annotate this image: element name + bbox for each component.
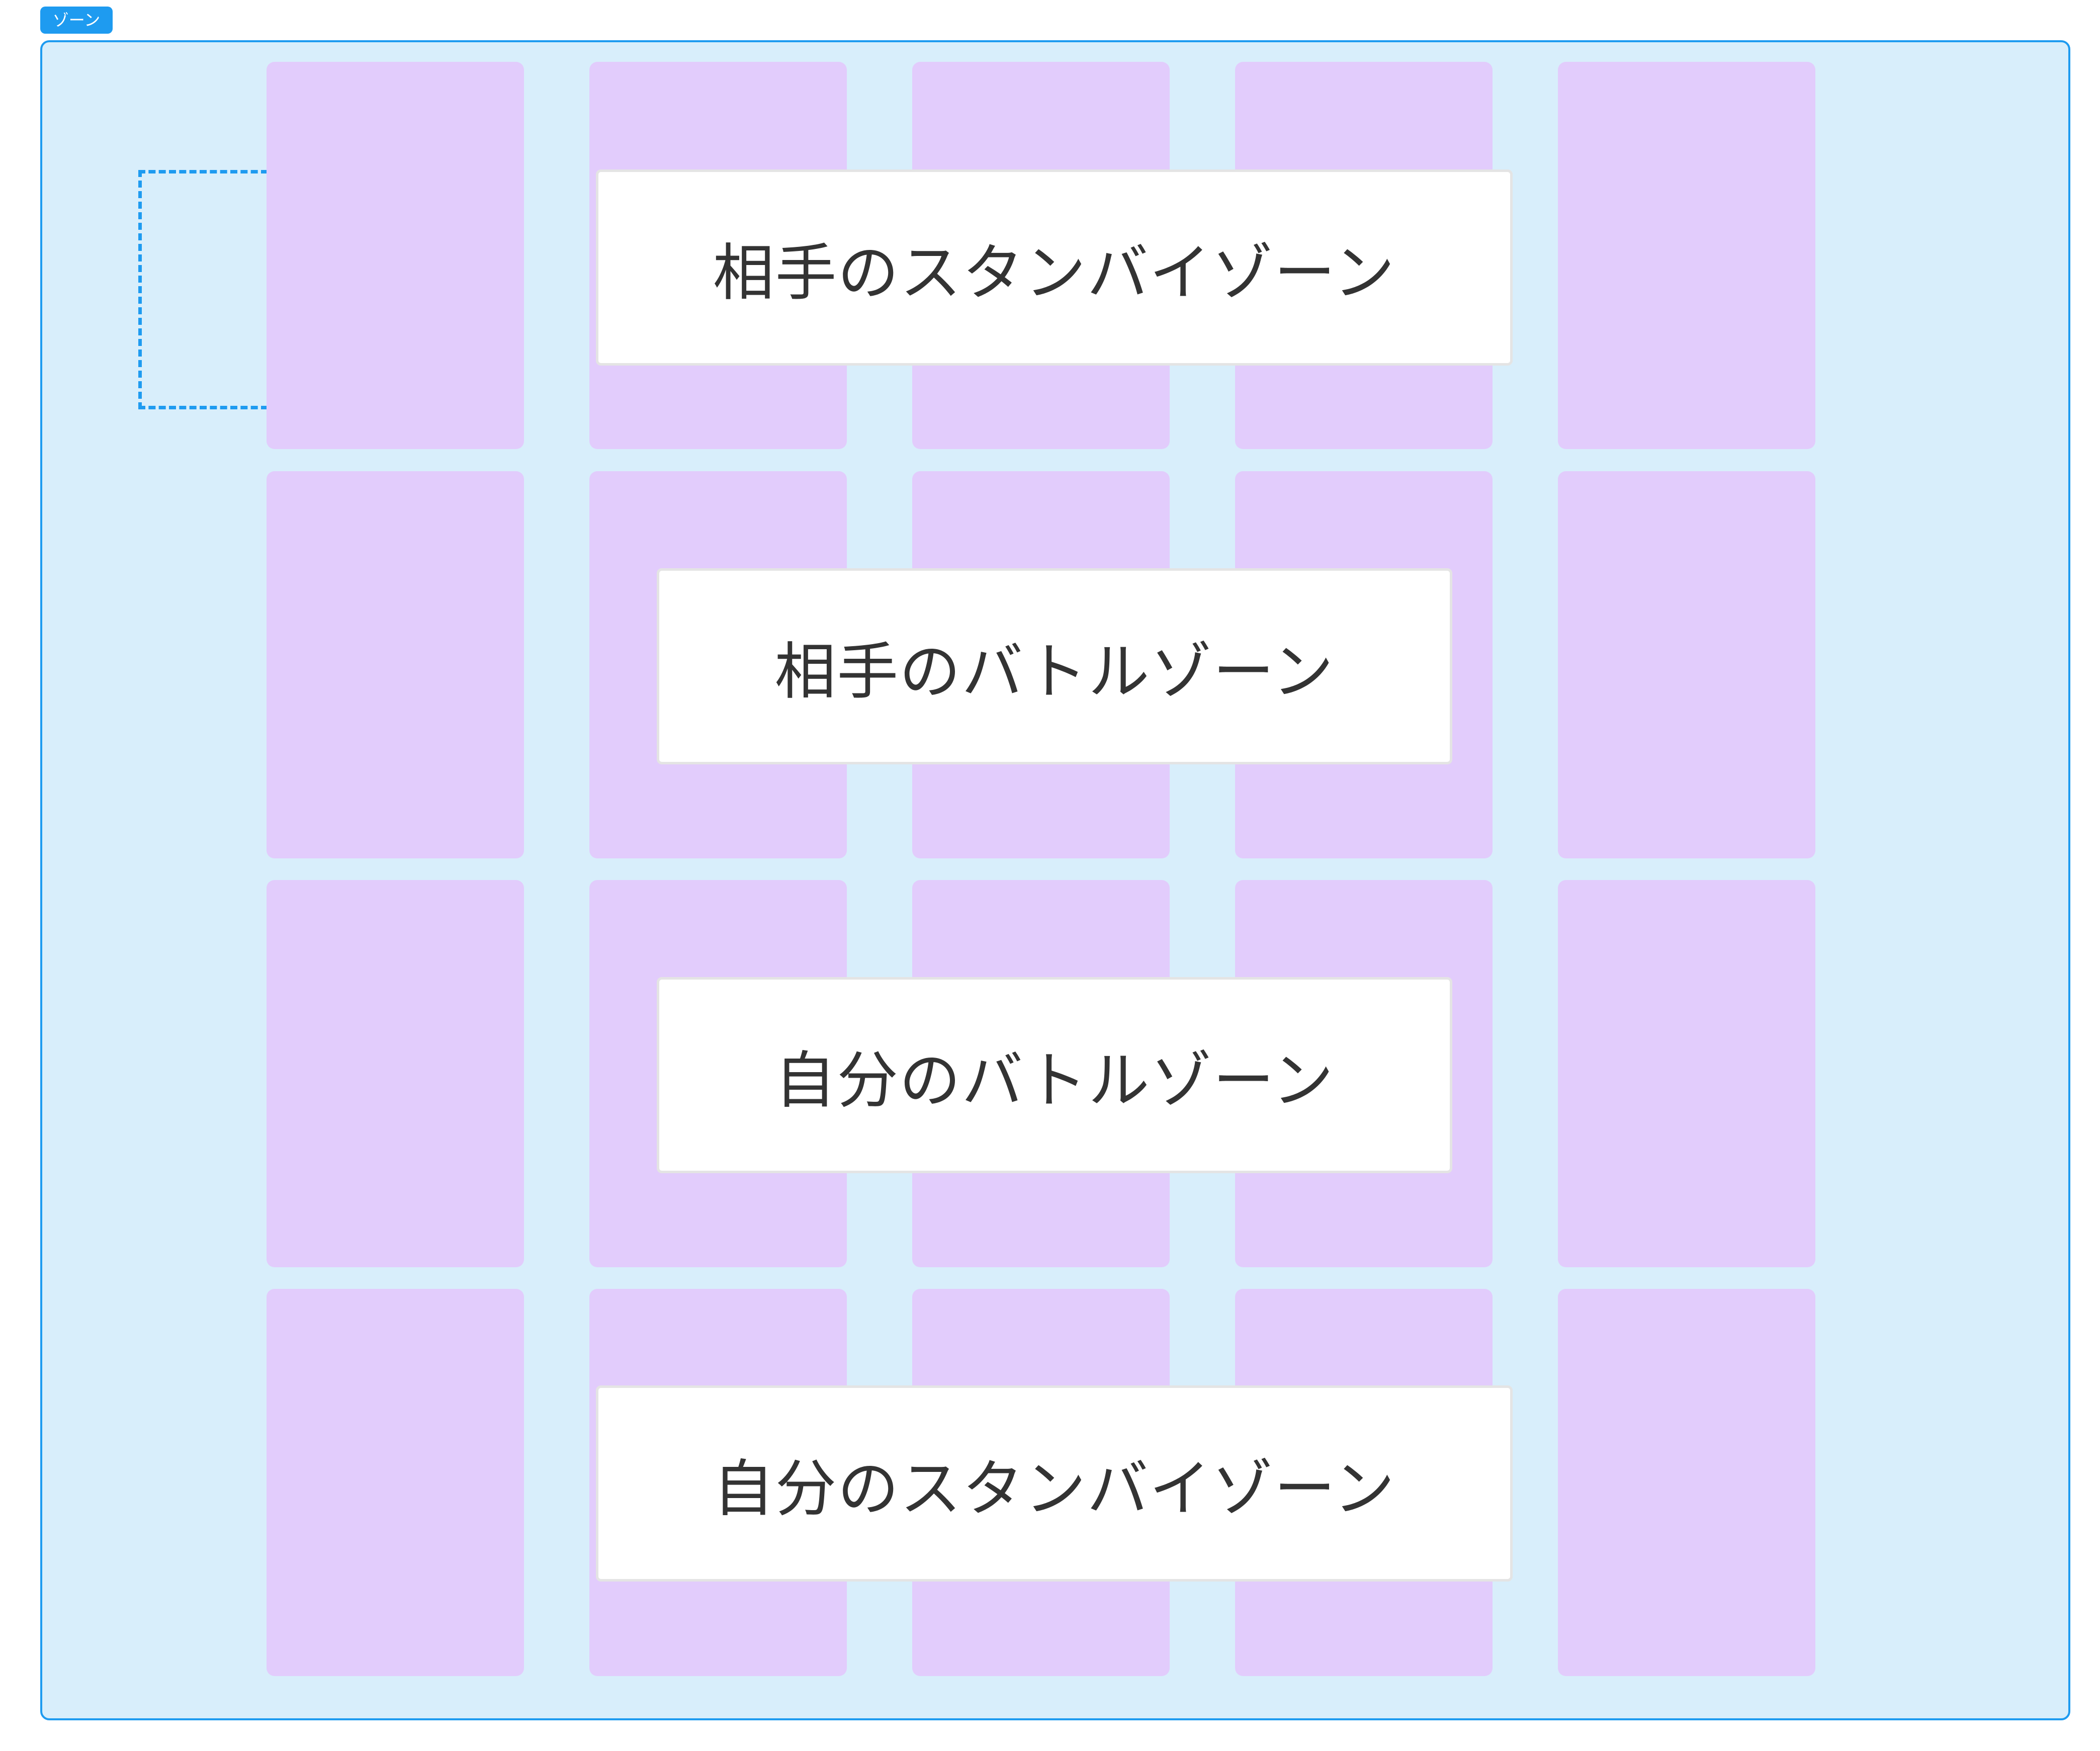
card-slot[interactable] xyxy=(1558,471,1815,858)
selection-outline xyxy=(138,170,268,409)
opponent-battle-zone-label[interactable]: 相手のバトルゾーン xyxy=(657,568,1452,764)
my-standby-zone-label[interactable]: 自分のスタンバイゾーン xyxy=(596,1385,1513,1582)
card-slot[interactable] xyxy=(267,471,524,858)
card-slot[interactable] xyxy=(1558,1289,1815,1676)
card-slot[interactable] xyxy=(267,880,524,1267)
canvas: ゾーン 相手のスタンバイゾーン 相手のバトルゾーン 自分のバトルゾーン 自分のスタンバ… xyxy=(0,0,2100,1751)
card-slot[interactable] xyxy=(267,1289,524,1676)
my-battle-zone-label[interactable]: 自分のバトルゾーン xyxy=(657,977,1452,1173)
zone-tag[interactable]: ゾーン xyxy=(40,7,113,34)
card-slot[interactable] xyxy=(1558,62,1815,449)
card-slot[interactable] xyxy=(267,62,524,449)
opponent-standby-zone-label[interactable]: 相手のスタンバイゾーン xyxy=(596,169,1513,366)
card-slot[interactable] xyxy=(1558,880,1815,1267)
